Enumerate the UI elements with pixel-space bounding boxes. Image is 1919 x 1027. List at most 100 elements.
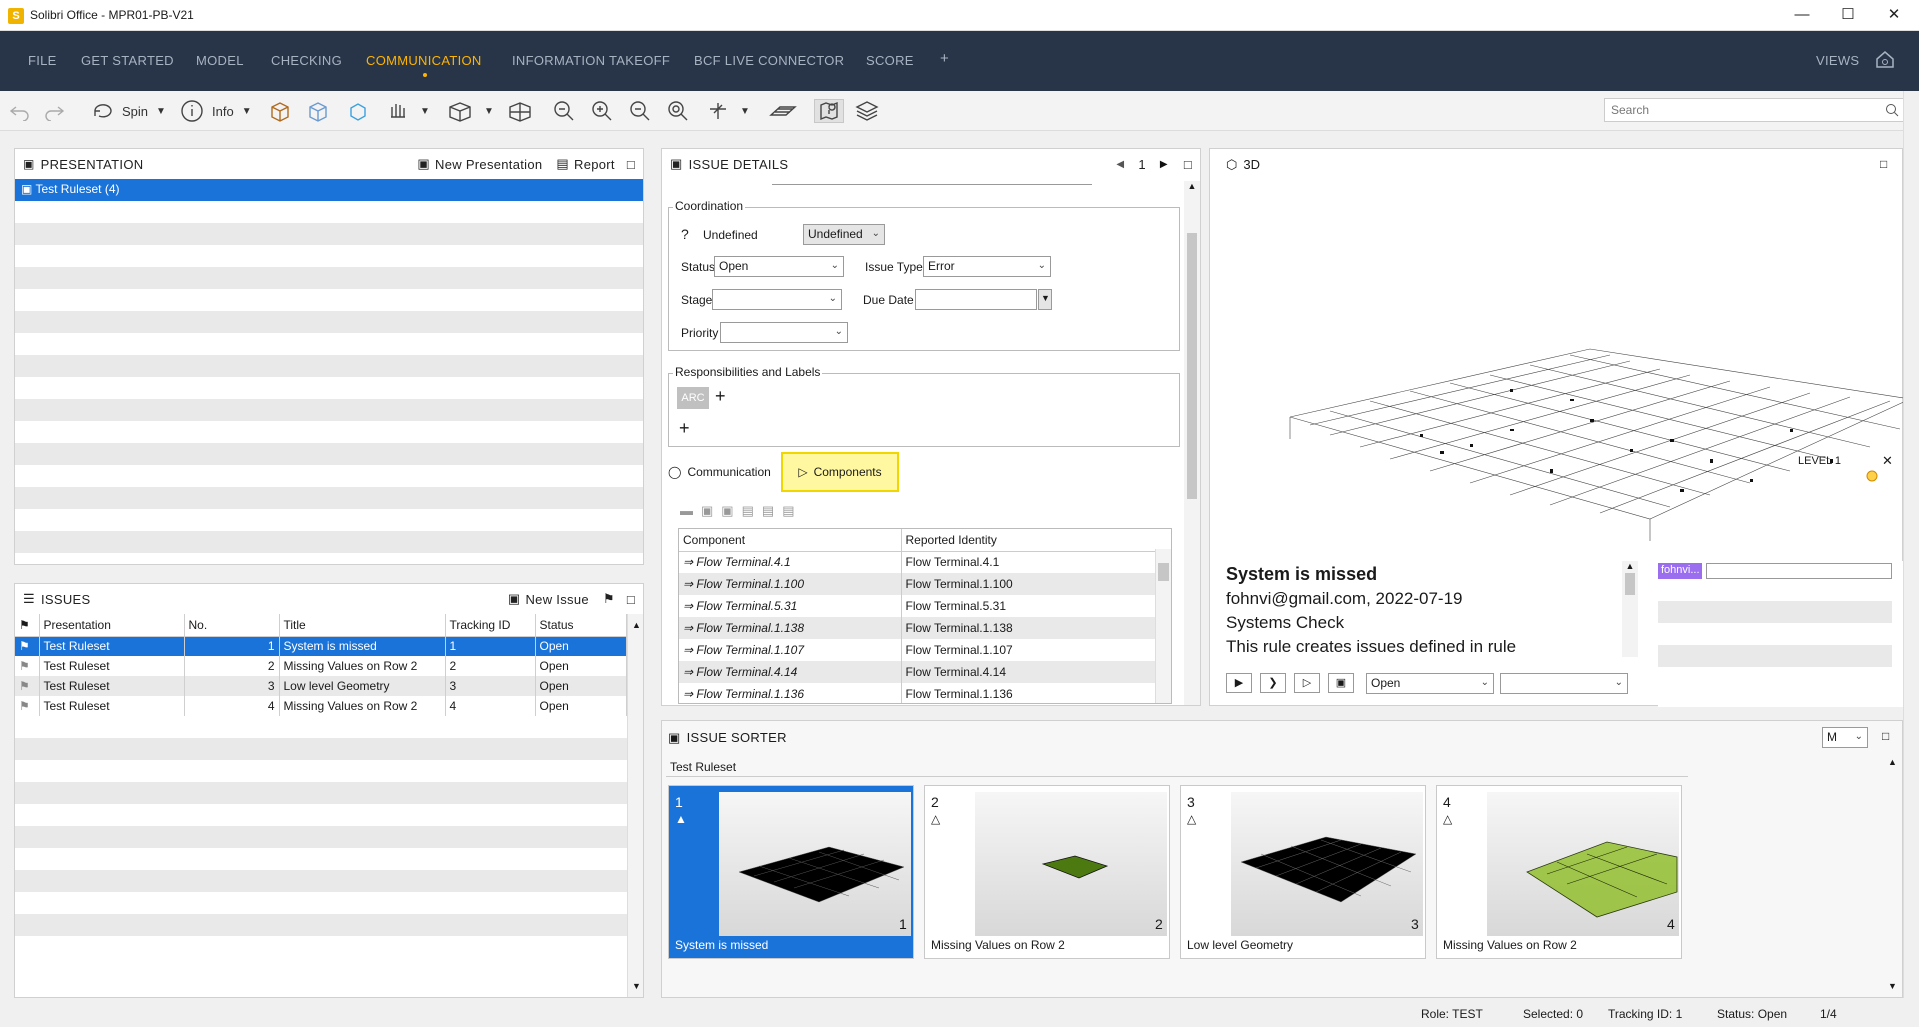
thumbnail-size-select[interactable]: M ⌄ <box>1822 727 1868 748</box>
row-flag-icon[interactable]: ⚑ <box>15 676 40 696</box>
zoom-fit-icon[interactable] <box>552 99 576 123</box>
due-date-input[interactable] <box>915 289 1037 310</box>
details-scroll-up-icon[interactable]: ▲ <box>1184 181 1200 191</box>
home-view-icon[interactable] <box>1874 48 1896 73</box>
search-icon[interactable] <box>1885 103 1899 120</box>
table-row[interactable]: ⇒ Flow Terminal.1.136 Flow Terminal.1.136 <box>679 683 1155 703</box>
status-select[interactable]: Open ⌄ <box>714 256 844 277</box>
flag-column-header[interactable]: ⚑ <box>15 614 40 637</box>
close-level-icon[interactable]: ✕ <box>1882 453 1893 469</box>
flag-icon[interactable]: ⚑ <box>603 591 615 607</box>
measure-icon[interactable] <box>706 99 730 123</box>
undo-icon[interactable] <box>8 99 32 123</box>
select-component-icon[interactable]: ▣ <box>701 503 713 519</box>
maximize-panel-icon[interactable]: □ <box>1880 157 1887 171</box>
column-header[interactable]: Reported Identity <box>901 529 1155 552</box>
camera-marker-icon[interactable] <box>1866 470 1878 482</box>
table-row[interactable]: ⚑ Test Ruleset 2 Missing Values on Row 2… <box>15 656 627 676</box>
row-flag-icon[interactable]: ⚑ <box>15 636 40 656</box>
menu-file[interactable]: FILE <box>28 53 57 68</box>
table-row[interactable]: ⚑ Test Ruleset 3 Low level Geometry 3 Op… <box>15 676 627 696</box>
issue-type-select[interactable]: Error ⌄ <box>923 256 1051 277</box>
column-header[interactable]: No. <box>184 614 280 637</box>
hide-tool-icon[interactable] <box>386 99 410 123</box>
layers-icon[interactable] <box>854 99 880 123</box>
details-scroll-thumb[interactable] <box>1187 233 1197 499</box>
show-all-models-icon[interactable] <box>268 99 296 123</box>
issue-assignee-select[interactable]: ⌄ <box>1500 673 1628 694</box>
search-input[interactable]: Search <box>1604 98 1904 122</box>
section-box-icon[interactable] <box>506 99 534 123</box>
issue-info-scrollbar[interactable]: ▲ <box>1622 561 1638 657</box>
column-header[interactable]: Tracking ID <box>445 614 536 637</box>
previous-issue-icon[interactable]: ◀ <box>1116 159 1124 170</box>
menu-score[interactable]: SCORE <box>866 53 914 68</box>
measure-dropdown-icon[interactable]: ▼ <box>740 99 750 123</box>
menu-views[interactable]: VIEWS <box>1816 53 1859 68</box>
maximize-panel-icon[interactable]: □ <box>1882 729 1889 743</box>
column-header[interactable]: Component <box>679 529 902 552</box>
transparency-icon[interactable] <box>306 99 334 123</box>
due-date-picker-icon[interactable]: ▼ <box>1038 289 1052 310</box>
isolate-selection-icon[interactable] <box>346 99 370 123</box>
spin-dropdown-icon[interactable]: ▼ <box>156 106 166 117</box>
coordination-select[interactable]: Undefined ⌄ <box>803 224 885 245</box>
clipboard-icon[interactable]: ▤ <box>742 503 754 519</box>
table-row[interactable]: ⇒ Flow Terminal.5.31 Flow Terminal.5.31 <box>679 595 1155 617</box>
issue-card[interactable]: 1 ▲ 1 System is missed <box>668 785 914 959</box>
map-view-icon[interactable] <box>814 99 844 123</box>
scroll-down-icon[interactable]: ▼ <box>1888 981 1902 991</box>
issue-status-select[interactable]: Open ⌄ <box>1366 673 1494 694</box>
arc-tag[interactable]: ARC <box>677 387 709 409</box>
tab-components[interactable]: ▷ Components <box>781 452 899 492</box>
table-row[interactable]: ⇒ Flow Terminal.4.1 Flow Terminal.4.1 <box>679 551 1155 573</box>
table-row[interactable]: ⚑ Test Ruleset 1 System is missed 1 Open <box>15 636 627 656</box>
issues-scroll-down-icon[interactable]: ▼ <box>632 981 641 991</box>
priority-select[interactable]: ⌄ <box>720 322 848 343</box>
view-cube-dropdown-icon[interactable]: ▼ <box>484 99 494 123</box>
menu-add-tab[interactable]: + <box>940 50 949 67</box>
menu-information-takeoff[interactable]: INFORMATION TAKEOFF <box>512 53 670 68</box>
maximize-panel-icon[interactable]: □ <box>1184 157 1192 172</box>
comment-input[interactable] <box>1706 563 1892 579</box>
close-window-button[interactable]: ✕ <box>1871 0 1917 31</box>
scroll-thumb[interactable] <box>1625 573 1635 595</box>
spin-button[interactable]: Spin ▼ <box>90 99 166 123</box>
issue-card[interactable]: 3 △ 3 Low level Geometry <box>1180 785 1426 959</box>
menu-model[interactable]: MODEL <box>196 53 244 68</box>
issue-card[interactable]: 2 △ 2 Missing Values on Row 2 <box>924 785 1170 959</box>
new-presentation-button[interactable]: ▣ New Presentation <box>417 156 542 172</box>
add-label-icon[interactable]: + <box>715 386 726 407</box>
info-button[interactable]: Info ▼ <box>180 99 252 123</box>
table-row[interactable]: ⚑ Test Ruleset 4 Missing Values on Row 2… <box>15 696 627 716</box>
table-row[interactable]: ⇒ Flow Terminal.4.14 Flow Terminal.4.14 <box>679 661 1155 683</box>
view-cube-icon[interactable] <box>446 99 474 123</box>
column-header[interactable]: Presentation <box>39 614 185 637</box>
screenshot-icon[interactable]: ▣ <box>1328 673 1354 693</box>
maximize-panel-icon[interactable]: □ <box>627 592 635 607</box>
row-flag-icon[interactable]: ⚑ <box>15 656 40 676</box>
stage-select[interactable]: ⌄ <box>712 289 842 310</box>
menu-checking[interactable]: CHECKING <box>271 53 342 68</box>
table-row[interactable]: ⇒ Flow Terminal.1.107 Flow Terminal.1.107 <box>679 639 1155 661</box>
scroll-up-icon[interactable]: ▲ <box>1888 757 1902 767</box>
maximize-button[interactable]: ☐ <box>1825 0 1871 31</box>
add-responsibility-icon[interactable]: + <box>679 418 690 439</box>
components-scroll-thumb[interactable] <box>1158 563 1169 581</box>
play-icon[interactable]: ▶ <box>1226 673 1252 693</box>
column-header[interactable]: Status <box>535 614 627 637</box>
list-item[interactable]: ▣ Test Ruleset (4) <box>15 179 643 201</box>
next-step-icon[interactable]: ❯ <box>1260 673 1286 693</box>
maximize-panel-icon[interactable]: □ <box>627 157 635 172</box>
remove-component-icon[interactable]: ▬ <box>680 503 693 519</box>
tab-communication[interactable]: ◯ Communication <box>668 465 771 479</box>
slideshow-icon[interactable]: ▷ <box>1294 673 1320 693</box>
floor-plan-icon[interactable] <box>768 99 798 123</box>
clipboard-add-icon[interactable]: ▤ <box>762 503 774 519</box>
issues-scroll-up-icon[interactable]: ▲ <box>632 620 641 630</box>
minimize-button[interactable]: — <box>1779 0 1825 31</box>
issues-scrollbar[interactable] <box>627 614 643 997</box>
new-issue-button[interactable]: ▣ New Issue <box>508 591 589 607</box>
table-row[interactable]: ⇒ Flow Terminal.1.100 Flow Terminal.1.100 <box>679 573 1155 595</box>
scroll-up-icon[interactable]: ▲ <box>1622 561 1638 571</box>
